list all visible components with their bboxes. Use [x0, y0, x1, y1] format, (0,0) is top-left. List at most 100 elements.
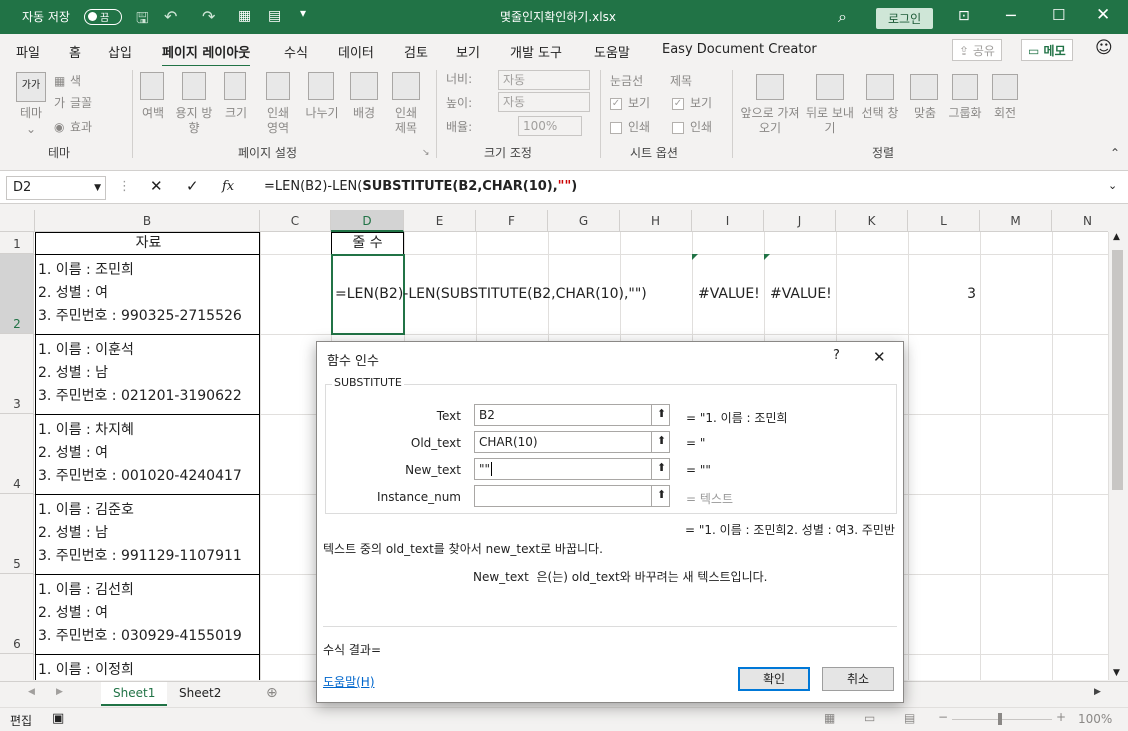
row-header-6[interactable]: 6	[0, 574, 34, 654]
cell-j2[interactable]: #VALUE!	[764, 254, 836, 334]
headings-view-checkbox[interactable]: ✓	[672, 98, 684, 110]
tab-view[interactable]: 보기	[456, 42, 480, 61]
rotate-button[interactable]: 회전	[990, 106, 1020, 121]
expand-formula-bar-icon[interactable]: ⌄	[1108, 179, 1117, 192]
gridlines-view-checkbox[interactable]: ✓	[610, 98, 622, 110]
bring-forward-button[interactable]: 앞으로 가져오기	[738, 106, 802, 136]
redo-icon[interactable]: ↷	[202, 7, 215, 26]
header-cell-data[interactable]: 자료	[35, 232, 260, 255]
zoom-out-icon[interactable]: −	[938, 710, 948, 724]
vertical-scrollbar[interactable]: ▲ ▼	[1108, 232, 1126, 680]
fonts-button[interactable]: 글꼴	[70, 96, 92, 111]
cell-i2[interactable]: #VALUE!	[692, 254, 764, 334]
scroll-down-icon[interactable]: ▼	[1113, 668, 1120, 678]
send-backward-button[interactable]: 뒤로 보내기	[804, 106, 856, 136]
customize-qat-icon[interactable]: ▾	[300, 6, 306, 20]
collapse-dialog-icon[interactable]: ⬆	[651, 485, 671, 507]
help-button[interactable]: ?	[833, 348, 840, 363]
ok-button[interactable]: 확인	[738, 667, 810, 691]
col-header-i[interactable]: I	[692, 210, 764, 232]
col-header-l[interactable]: L	[908, 210, 980, 232]
tab-easy-document-creator[interactable]: Easy Document Creator	[662, 42, 817, 57]
share-button[interactable]: ⇪ 공유	[952, 39, 1002, 61]
instance-num-arg-input[interactable]	[474, 485, 670, 507]
select-all-corner[interactable]	[0, 210, 35, 232]
cell-l2[interactable]: 3	[908, 254, 980, 334]
background-button[interactable]: 배경	[350, 106, 378, 121]
tab-insert[interactable]: 삽입	[108, 42, 132, 61]
sheet-tab-sheet2[interactable]: Sheet2	[167, 682, 233, 706]
cancel-icon[interactable]: ✕	[150, 177, 163, 195]
col-header-f[interactable]: F	[476, 210, 548, 232]
maximize-icon[interactable]: ☐	[1052, 6, 1065, 24]
tab-review[interactable]: 검토	[404, 42, 428, 61]
form-icon[interactable]: ▤	[268, 8, 281, 24]
cell-b5[interactable]: 1. 이름 : 김준호 2. 성별 : 남 3. 주민번호 : 991129-1…	[35, 494, 260, 575]
undo-icon[interactable]: ↶	[164, 7, 177, 26]
header-cell-line-count[interactable]: 줄 수	[331, 232, 404, 255]
tab-home[interactable]: 홈	[69, 42, 81, 61]
collapse-dialog-icon[interactable]: ⬆	[651, 404, 671, 426]
prev-sheet-icon[interactable]: ◀	[28, 687, 35, 697]
close-icon[interactable]: ✕	[1096, 5, 1110, 25]
insert-function-icon[interactable]: fx	[222, 179, 234, 194]
size-button[interactable]: 크기	[222, 106, 250, 121]
collapse-dialog-icon[interactable]: ⬆	[651, 458, 671, 480]
print-area-button[interactable]: 인쇄 영역	[260, 106, 296, 136]
scroll-right-icon[interactable]: ▶	[1094, 687, 1101, 697]
normal-view-icon[interactable]: ▦	[824, 711, 835, 725]
row-header-3[interactable]: 3	[0, 334, 34, 414]
text-arg-input[interactable]: B2	[474, 404, 670, 426]
tab-file[interactable]: 파일	[16, 42, 40, 61]
dialog-launcher-icon[interactable]: ↘	[422, 146, 430, 161]
row-header-5[interactable]: 5	[0, 494, 34, 574]
accessibility-icon[interactable]: ▣	[52, 711, 64, 726]
effects-button[interactable]: 효과	[70, 120, 92, 135]
scroll-thumb[interactable]	[1112, 250, 1123, 490]
tab-formulas[interactable]: 수식	[284, 42, 308, 61]
breaks-button[interactable]: 나누기	[302, 106, 342, 121]
scroll-up-icon[interactable]: ▲	[1113, 232, 1120, 242]
col-header-n[interactable]: N	[1052, 210, 1108, 232]
old-text-arg-input[interactable]: CHAR(10)	[474, 431, 670, 453]
collapse-ribbon-icon[interactable]: ⌃	[1110, 146, 1120, 161]
memo-button[interactable]: ▭ 메모	[1021, 39, 1073, 61]
col-header-g[interactable]: G	[548, 210, 620, 232]
cancel-button[interactable]: 취소	[822, 667, 894, 691]
row-header-1[interactable]: 1	[0, 232, 34, 254]
ribbon-display-icon[interactable]: ⊡	[958, 8, 970, 24]
row-header-2[interactable]: 2	[0, 254, 34, 334]
cell-b3[interactable]: 1. 이름 : 이훈석 2. 성별 : 남 3. 주민번호 : 021201-3…	[35, 334, 260, 415]
col-header-b[interactable]: B	[35, 210, 260, 232]
height-select[interactable]: 자동	[498, 92, 590, 112]
cell-b4[interactable]: 1. 이름 : 차지혜 2. 성별 : 여 3. 주민번호 : 001020-4…	[35, 414, 260, 495]
name-box[interactable]: D2 ▼	[6, 176, 106, 200]
minimize-icon[interactable]: ─	[1006, 6, 1016, 25]
row-header-7[interactable]	[0, 654, 34, 680]
sheet-tab-sheet1[interactable]: Sheet1	[101, 682, 168, 706]
tab-page-layout[interactable]: 페이지 레이아웃	[162, 42, 251, 68]
zoom-in-icon[interactable]: +	[1056, 710, 1066, 724]
login-button[interactable]: 로그인	[876, 8, 934, 29]
enter-check-icon[interactable]: ✓	[186, 177, 199, 195]
row-header-4[interactable]: 4	[0, 414, 34, 494]
col-header-c[interactable]: C	[260, 210, 331, 232]
colors-button[interactable]: 색	[70, 74, 81, 89]
smiley-feedback-icon[interactable]: ☺	[1095, 38, 1113, 58]
orientation-button[interactable]: 용지 방향	[174, 106, 214, 136]
page-layout-view-icon[interactable]: ▭	[864, 711, 875, 725]
selection-pane-button[interactable]: 선택 창	[858, 106, 902, 121]
print-titles-button[interactable]: 인쇄 제목	[392, 106, 420, 136]
col-header-j[interactable]: J	[764, 210, 836, 232]
margins-button[interactable]: 여백	[140, 106, 166, 121]
scale-stepper[interactable]: 100%	[518, 116, 582, 136]
help-link[interactable]: 도움말(H)	[323, 673, 375, 690]
col-header-d[interactable]: D	[331, 210, 404, 232]
zoom-slider-thumb[interactable]	[998, 713, 1002, 725]
add-sheet-icon[interactable]: ⊕	[266, 685, 278, 701]
formula-input[interactable]: =LEN(B2)-LEN(SUBSTITUTE(B2,CHAR(10),"")	[264, 179, 577, 194]
new-file-icon[interactable]: ▦	[238, 8, 251, 24]
dialog-close-icon[interactable]: ✕	[873, 348, 886, 366]
col-header-k[interactable]: K	[836, 210, 908, 232]
themes-icon[interactable]: 가가	[16, 72, 46, 102]
